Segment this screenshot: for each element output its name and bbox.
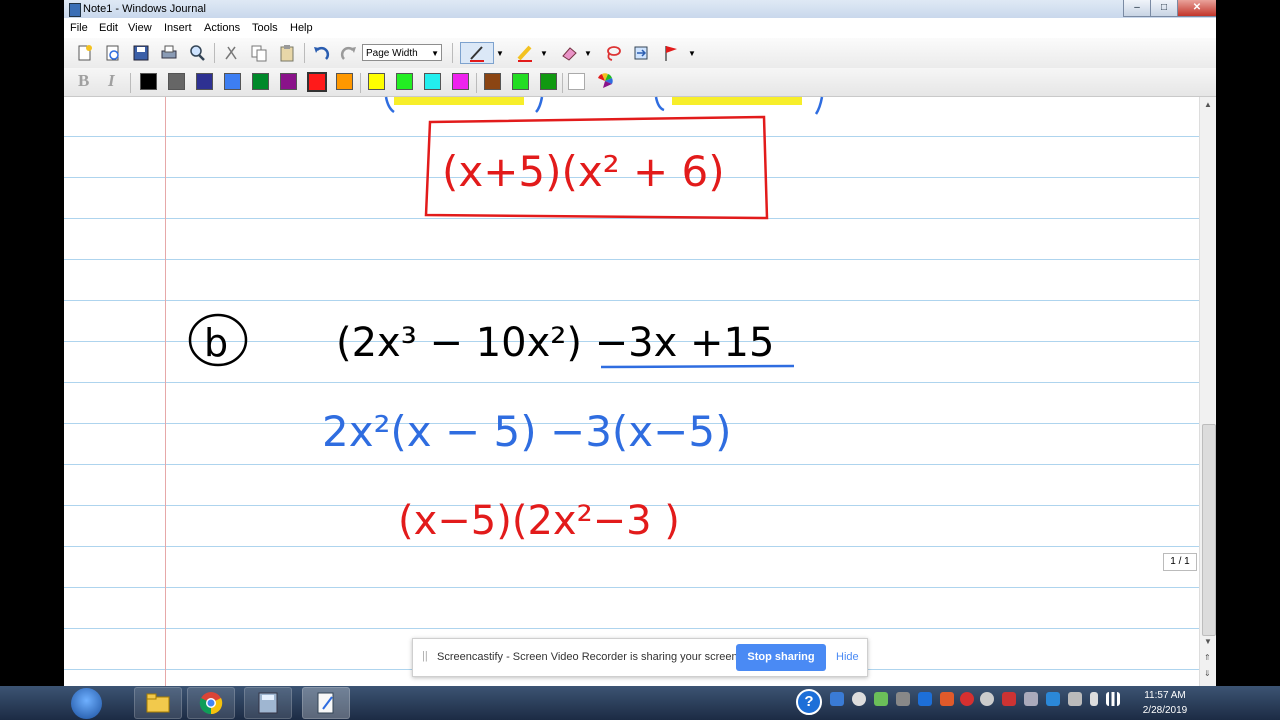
boxed-answer-text: (x+5)(x² + 6) [442,147,725,196]
expression-line-2: 2x²(x − 5) −3(x−5) [322,407,731,456]
ink-stroke [535,96,544,113]
scroll-down-arrow-icon[interactable]: ▼ [1204,637,1212,646]
expression-line-1: (2x³ − 10x²) −3x +15 [336,320,774,366]
tray-blue-icon[interactable] [1046,692,1060,706]
help-icon[interactable]: ? [796,689,822,715]
share-message: Screencastify - Screen Video Recorder is… [437,651,741,663]
tray-red-icon[interactable] [960,692,974,706]
calculator-app-icon[interactable] [244,687,292,719]
action-center-icon[interactable] [1068,692,1082,706]
scroll-up-arrow-icon[interactable]: ▲ [1204,100,1212,109]
chrome-browser-icon[interactable] [187,687,235,719]
drag-handle-icon[interactable]: || [422,650,428,662]
underline-stroke [600,364,795,369]
expression-line-3: (x−5)(2x²−3 ) [398,498,680,544]
hide-banner-link[interactable]: Hide [836,651,859,663]
network-icon[interactable] [1024,692,1038,706]
tray-green-icon[interactable] [874,692,888,706]
file-explorer-icon[interactable] [134,687,182,719]
part-label: b [204,321,228,365]
battery-icon[interactable] [1090,692,1098,706]
highlight-mark [394,97,524,105]
ink-stroke [654,96,665,112]
tray-arrow-icon[interactable] [896,692,910,706]
tray-app-icon[interactable] [830,692,844,706]
ink-stroke [814,96,824,115]
screen-share-banner: || Screencastify - Screen Video Recorder… [412,638,868,677]
tray-at-icon[interactable] [980,692,994,706]
tray-orange-icon[interactable] [940,692,954,706]
windows-journal-taskbar-icon[interactable] [302,687,350,719]
journal-window: Note1 - Windows Journal – □ ✕ File Edit … [64,0,1216,686]
previous-page-icon[interactable]: ⇑ [1204,653,1211,662]
page-indicator: 1 / 1 [1163,553,1197,571]
next-page-icon[interactable]: ⇓ [1204,669,1211,678]
clock-time: 11:57 AM [1144,690,1186,701]
stop-sharing-button[interactable]: Stop sharing [736,644,826,671]
vertical-scrollbar[interactable]: ▲ ▼ ⇑ ⇓ [1199,97,1216,686]
cloud-sync-icon[interactable] [852,692,866,706]
dropbox-icon[interactable] [918,692,932,706]
ink-stroke [384,96,395,114]
clock-date: 2/28/2019 [1142,705,1188,716]
start-button-windows-icon[interactable] [71,688,102,719]
tray-flag-icon[interactable] [1002,692,1016,706]
highlight-mark [672,97,802,105]
handwriting-layer: (x+5)(x² + 6) b (2x³ − 10x²) −3x +15 2x²… [188,96,824,544]
system-clock[interactable]: 11:57 AM 2/28/2019 [1128,688,1202,718]
scrollbar-thumb[interactable] [1202,424,1216,636]
wifi-signal-icon[interactable] [1106,692,1120,706]
